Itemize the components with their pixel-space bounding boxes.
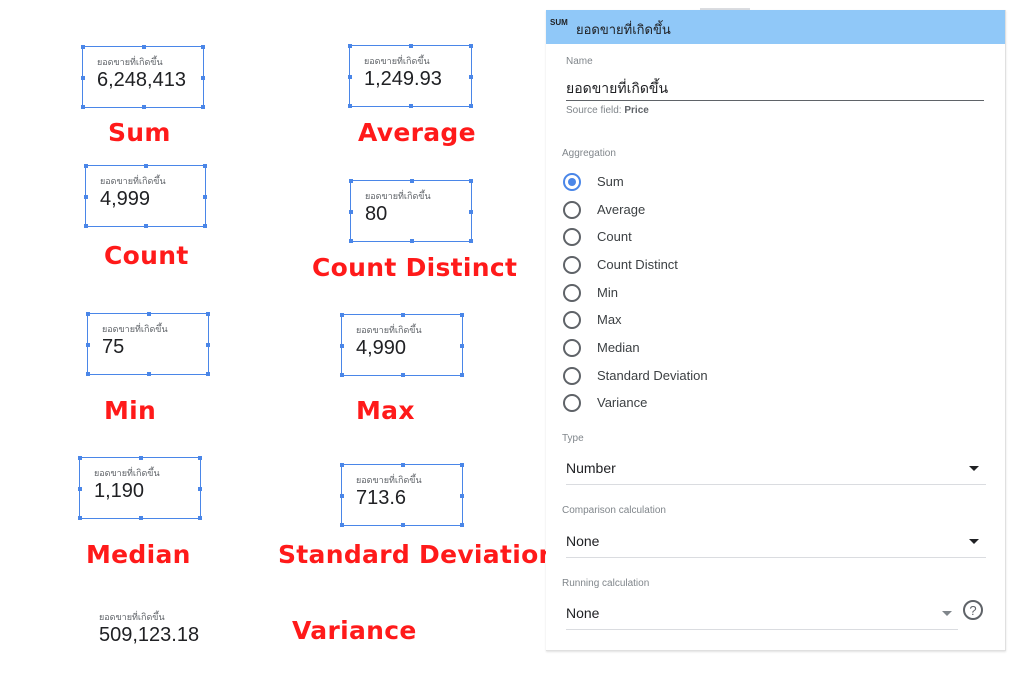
name-underline xyxy=(566,100,984,101)
sum-tag: SUM xyxy=(550,18,568,27)
radio-label: Count xyxy=(597,229,632,244)
scorecard-label: ยอดขายที่เกิดขึ้น xyxy=(102,325,168,335)
dropdown-arrow-icon xyxy=(942,611,952,616)
scorecard-label: ยอดขายที่เกิดขึ้น xyxy=(99,613,165,623)
scorecard-value: 75 xyxy=(102,336,125,358)
scorecard-count-distinct[interactable]: ยอดขายที่เกิดขึ้น 80 xyxy=(349,179,473,243)
radio-label: Max xyxy=(597,312,622,327)
scorecard-value: 80 xyxy=(365,203,388,225)
type-select[interactable]: Number xyxy=(566,454,986,485)
radio-unchecked-icon xyxy=(563,228,581,246)
name-label: Name xyxy=(566,56,593,67)
source-field-note: Source field: Price xyxy=(566,105,649,116)
scorecard-standard-deviation[interactable]: ยอดขายที่เกิดขึ้น 713.6 xyxy=(340,463,464,527)
type-label: Type xyxy=(562,433,584,444)
scorecard-label: ยอดขายที่เกิดขึ้น xyxy=(364,57,430,67)
radio-label: Median xyxy=(597,340,640,355)
radio-unchecked-icon xyxy=(563,339,581,357)
radio-unchecked-icon xyxy=(563,256,581,274)
radio-label: Average xyxy=(597,202,646,217)
comparison-calculation-select[interactable]: None xyxy=(566,527,986,558)
radio-unchecked-icon xyxy=(563,201,581,219)
scorecard-average[interactable]: ยอดขายที่เกิดขึ้น 1,249.93 xyxy=(348,44,473,108)
scorecard-value: 4,990 xyxy=(356,337,407,359)
dropdown-arrow-icon xyxy=(969,466,979,471)
name-input[interactable]: ยอดขายที่เกิดขึ้น xyxy=(566,78,668,100)
comparison-select-value: None xyxy=(566,533,600,549)
scorecard-label: ยอดขายที่เกิดขึ้น xyxy=(97,58,163,68)
scorecard-median[interactable]: ยอดขายที่เกิดขึ้น 1,190 xyxy=(78,456,202,520)
caption-average: Average xyxy=(358,118,476,147)
radio-unchecked-icon xyxy=(563,284,581,302)
scorecard-label: ยอดขายที่เกิดขึ้น xyxy=(356,326,422,336)
scorecard-value: 1,190 xyxy=(94,480,145,502)
running-select-value: None xyxy=(566,605,600,621)
caption-max: Max xyxy=(356,396,415,425)
caption-standard-deviation: Standard Deviation xyxy=(278,540,557,569)
dropdown-arrow-icon xyxy=(969,539,979,544)
caption-variance: Variance xyxy=(292,616,417,645)
radio-unchecked-icon xyxy=(563,367,581,385)
radio-unchecked-icon xyxy=(563,311,581,329)
scorecard-label: ยอดขายที่เกิดขึ้น xyxy=(94,469,160,479)
field-editor-panel: SUM ยอดขายที่เกิดขึ้น Name ยอดขายที่เกิด… xyxy=(546,10,1006,651)
radio-label: Sum xyxy=(597,174,624,189)
radio-label: Min xyxy=(597,285,618,300)
scorecard-min[interactable]: ยอดขายที่เกิดขึ้น 75 xyxy=(86,312,210,376)
radio-label: Count Distinct xyxy=(597,257,678,272)
panel-title: ยอดขายที่เกิดขึ้น xyxy=(576,23,671,38)
radio-checked-icon xyxy=(563,173,581,191)
radio-label: Standard Deviation xyxy=(597,368,708,383)
caption-count: Count xyxy=(104,241,189,270)
scorecard-label: ยอดขายที่เกิดขึ้น xyxy=(365,192,431,202)
scorecard-max[interactable]: ยอดขายที่เกิดขึ้น 4,990 xyxy=(340,313,464,377)
scorecard-sum[interactable]: ยอดขายที่เกิดขึ้น 6,248,413 xyxy=(81,45,205,109)
scorecard-count[interactable]: ยอดขายที่เกิดขึ้น 4,999 xyxy=(84,164,207,228)
scorecard-value: 4,999 xyxy=(100,188,151,210)
running-calculation-select[interactable]: None xyxy=(566,599,958,630)
radio-label: Variance xyxy=(597,395,648,410)
help-icon[interactable]: ? xyxy=(963,600,983,620)
caption-median: Median xyxy=(86,540,191,569)
type-select-value: Number xyxy=(566,460,616,476)
scorecard-label: ยอดขายที่เกิดขึ้น xyxy=(100,177,166,187)
caption-sum: Sum xyxy=(108,118,171,147)
aggregation-label: Aggregation xyxy=(562,148,616,159)
comparison-calculation-label: Comparison calculation xyxy=(562,505,666,516)
caption-min: Min xyxy=(104,396,157,425)
caption-count-distinct: Count Distinct xyxy=(312,253,518,282)
panel-header: SUM ยอดขายที่เกิดขึ้น xyxy=(546,10,1005,44)
scorecard-value: 713.6 xyxy=(356,487,407,509)
scorecard-value: 509,123.18 xyxy=(99,624,200,646)
scorecard-value: 1,249.93 xyxy=(364,68,442,90)
scorecard-variance[interactable]: ยอดขายที่เกิดขึ้น 509,123.18 xyxy=(85,602,225,658)
scorecard-label: ยอดขายที่เกิดขึ้น xyxy=(356,476,422,486)
source-field-name: Price xyxy=(624,105,649,116)
running-calculation-label: Running calculation xyxy=(562,578,650,589)
scorecard-value: 6,248,413 xyxy=(97,69,186,91)
radio-unchecked-icon xyxy=(563,394,581,412)
